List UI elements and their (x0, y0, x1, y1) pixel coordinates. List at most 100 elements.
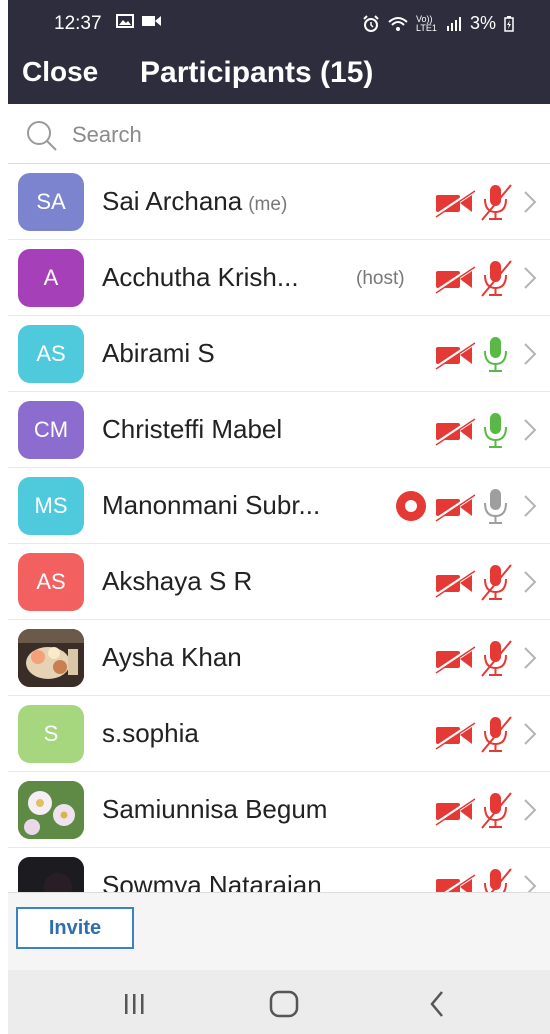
participant-list[interactable]: SA Sai Archana (me) A Acchutha Krish... (host… (8, 164, 550, 892)
participant-name-text: Acchutha Krish... (102, 262, 299, 292)
app-frame: 12:37 Vo)) LTE1 3% Close Participants (1… (8, 0, 550, 1034)
chevron-right-icon[interactable] (522, 720, 538, 748)
microphone-icon (484, 413, 507, 448)
page-title: Participants (15) (140, 56, 374, 89)
signal-icon (446, 16, 461, 31)
participant-name: Sowmya Natarajan (102, 870, 322, 892)
video-off-icon (434, 644, 476, 674)
participant-row[interactable]: Sowmya Natarajan (8, 848, 550, 892)
participant-row[interactable]: AS Abirami S (8, 316, 550, 392)
android-nav-bar (8, 970, 550, 1034)
chevron-right-icon[interactable] (522, 264, 538, 292)
participant-row[interactable]: CM Christeffi Mabel (8, 392, 550, 468)
video-off-icon (434, 568, 476, 598)
participant-name-text: Aysha Khan (102, 642, 242, 672)
chevron-right-icon[interactable] (522, 568, 538, 596)
participant-name-text: s.sophia (102, 718, 199, 748)
chevron-right-icon[interactable] (522, 644, 538, 672)
close-button[interactable]: Close (22, 56, 98, 88)
chevron-right-icon[interactable] (522, 872, 538, 892)
participant-row[interactable]: Ss.sophia (8, 696, 550, 772)
battery-percent: 3% (469, 13, 496, 33)
invite-bar: Invite (8, 892, 550, 970)
mic-muted-icon (481, 184, 512, 221)
chevron-right-icon[interactable] (522, 340, 538, 368)
avatar-initials: MS (34, 493, 68, 518)
video-off-icon (434, 340, 476, 370)
video-off-icon (436, 872, 476, 892)
participant-name-text: Abirami S (102, 338, 215, 368)
gallery-icon (116, 14, 134, 28)
status-time: 12:37 (54, 13, 102, 34)
participant-name: Aysha Khan (102, 642, 242, 673)
header: Close Participants (15) (8, 44, 550, 104)
participant-row[interactable]: A Acchutha Krish... (host) (8, 240, 550, 316)
mic-muted-icon (481, 564, 512, 601)
battery-charging-icon (504, 15, 514, 32)
participant-name: Christeffi Mabel (102, 414, 282, 445)
participant-name: s.sophia (102, 718, 199, 749)
mic-muted-icon (481, 792, 512, 829)
photo-avatar-image (18, 781, 84, 839)
photo-avatar-image (18, 629, 84, 687)
participant-name-text: Sai Archana (102, 186, 243, 216)
participant-row[interactable]: AS Akshaya S R (8, 544, 550, 620)
participant-row[interactable]: SA Sai Archana (me) (8, 164, 550, 240)
video-off-icon (434, 492, 476, 522)
chevron-right-icon[interactable] (522, 188, 538, 216)
avatar-initials: CM (33, 417, 69, 442)
video-off-icon (434, 416, 476, 446)
search-icon (27, 121, 57, 151)
participant-tag: (me) (248, 194, 288, 215)
avatar: S (18, 705, 84, 763)
avatar-initials: A (43, 265, 59, 290)
microphone-icon (484, 337, 507, 372)
avatar-initials: AS (36, 341, 66, 366)
wifi-icon (388, 16, 408, 31)
participant-row[interactable]: MS Manonmani Subr... (8, 468, 550, 544)
participant-name: Manonmani Subr... (102, 490, 320, 521)
chevron-right-icon[interactable] (522, 796, 538, 824)
avatar-initials: S (43, 721, 59, 746)
back-icon[interactable] (418, 986, 458, 1022)
recent-apps-icon[interactable] (114, 986, 154, 1022)
avatar (18, 857, 84, 892)
avatar-initials: AS (36, 569, 66, 594)
home-icon[interactable] (264, 986, 304, 1022)
participant-row[interactable]: Aysha Khan (8, 620, 550, 696)
recording-icon (396, 491, 426, 521)
avatar: AS (18, 553, 84, 611)
video-off-icon (434, 796, 476, 826)
avatar: AS (18, 325, 84, 383)
participant-tag: (host) (356, 268, 405, 289)
participant-name-text: Akshaya S R (102, 566, 253, 596)
participant-name-text: Manonmani Subr... (102, 490, 321, 520)
participant-name: Samiunnisa Begum (102, 794, 327, 825)
microphone-icon (484, 489, 507, 524)
avatar (18, 781, 84, 839)
alarm-icon (363, 14, 379, 32)
search-input[interactable]: Search (72, 122, 142, 148)
search-bar[interactable]: Search (8, 104, 550, 164)
participant-name: Abirami S (102, 338, 215, 369)
video-off-icon (434, 720, 476, 750)
chevron-right-icon[interactable] (522, 492, 538, 520)
participant-name-text: Christeffi Mabel (102, 414, 283, 444)
video-off-icon (434, 264, 476, 294)
mic-muted-icon (484, 868, 512, 892)
network-label: Vo)) LTE1 (415, 13, 437, 33)
chevron-right-icon[interactable] (522, 416, 538, 444)
avatar: A (18, 249, 84, 307)
participant-row[interactable]: Samiunnisa Begum (8, 772, 550, 848)
mic-muted-icon (481, 640, 512, 677)
top-bar: 12:37 Vo)) LTE1 3% Close Participants (1… (8, 0, 550, 104)
invite-button[interactable]: Invite (16, 907, 134, 949)
participant-name: Akshaya S R (102, 566, 252, 597)
avatar: CM (18, 401, 84, 459)
video-camera-icon (142, 16, 161, 26)
mic-muted-icon (481, 260, 512, 297)
mic-muted-icon (481, 716, 512, 753)
participant-name-text: Samiunnisa Begum (102, 794, 328, 824)
status-bar: 12:37 Vo)) LTE1 3% (8, 0, 550, 44)
participant-name: Acchutha Krish... (102, 262, 299, 293)
